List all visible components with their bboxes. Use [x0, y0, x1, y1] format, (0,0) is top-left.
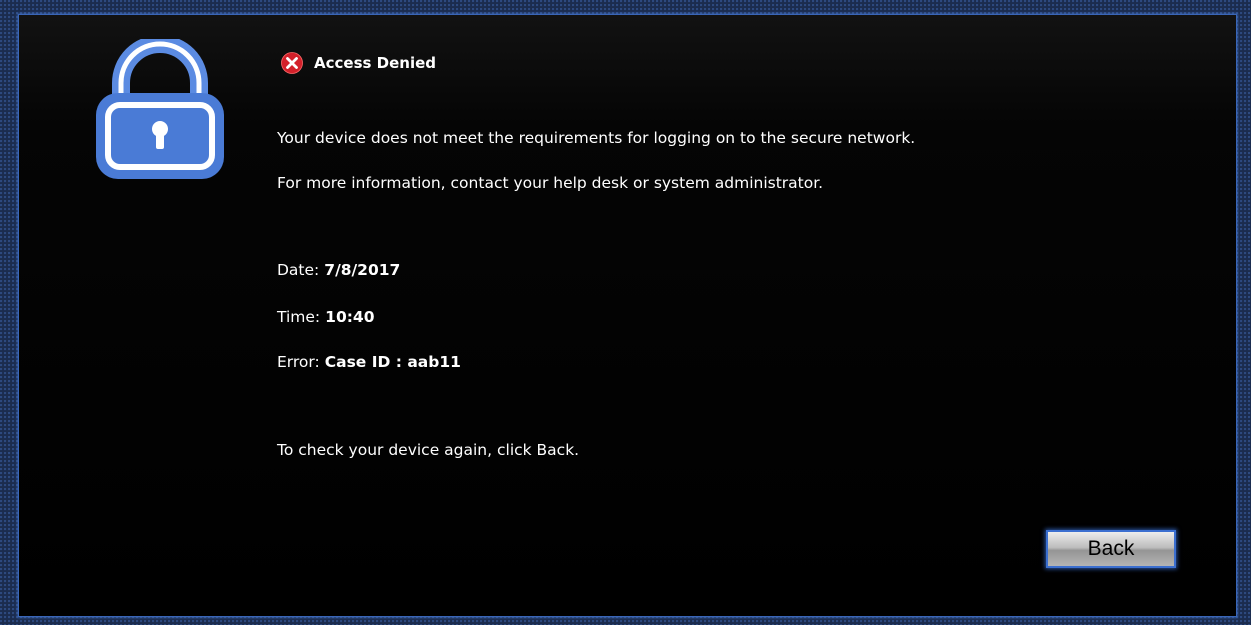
date-row: Date: 7/8/2017 — [277, 261, 400, 279]
error-row: Error: Case ID : aab11 — [277, 353, 461, 371]
dialog-title: Access Denied — [314, 54, 436, 72]
message-requirements: Your device does not meet the requiremen… — [277, 129, 916, 147]
time-label: Time: — [277, 308, 321, 326]
instruction-text: To check your device again, click Back. — [277, 441, 580, 459]
error-label: Error: — [277, 353, 320, 371]
error-icon — [281, 52, 303, 74]
message-contact: For more information, contact your help … — [277, 174, 824, 192]
time-row: Time: 10:40 — [277, 308, 375, 326]
lock-icon — [96, 39, 224, 179]
date-label: Date: — [277, 261, 320, 279]
time-value: 10:40 — [325, 308, 375, 326]
title-row: Access Denied — [281, 51, 436, 75]
back-button[interactable]: Back — [1046, 530, 1176, 568]
error-value: Case ID : aab11 — [324, 353, 461, 371]
date-value: 7/8/2017 — [324, 261, 401, 279]
access-denied-panel: Access Denied Your device does not meet … — [18, 14, 1237, 617]
